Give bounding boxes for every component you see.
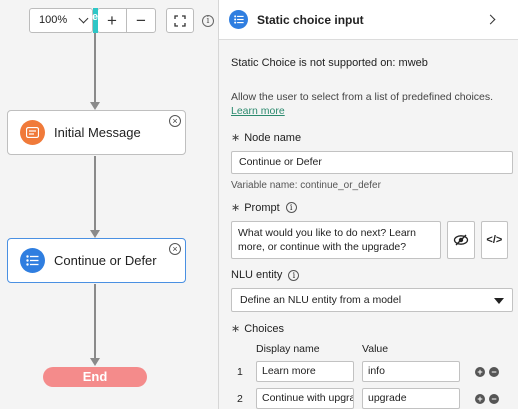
info-icon[interactable]: i	[202, 14, 214, 27]
panel-title: Static choice input	[257, 12, 364, 27]
list-icon	[229, 10, 248, 29]
info-icon[interactable]: i	[288, 269, 300, 281]
nlu-entity-label: NLU entity i	[231, 269, 508, 281]
choice-row: 1 Learn more info + −	[231, 361, 508, 382]
node-label: Initial Message	[54, 125, 141, 140]
node-name-input[interactable]: Continue or Defer	[231, 151, 513, 174]
fullscreen-icon	[174, 14, 186, 27]
required-asterisk: ∗	[231, 202, 241, 214]
col-value: Value	[362, 343, 389, 355]
node-name-label-text: Node name	[244, 131, 302, 144]
canvas-toolbar: 100% e + − i	[29, 8, 214, 33]
choice-row: 2 Continue with upgra upgrade + −	[231, 388, 508, 409]
node-label: Continue or Defer	[54, 253, 157, 268]
connector-arrowhead	[90, 230, 100, 238]
remove-choice-icon[interactable]: −	[489, 393, 499, 404]
choice-index: 2	[237, 392, 243, 405]
choices-label: ∗ Choices	[231, 322, 508, 336]
zoom-out-button[interactable]: −	[126, 8, 156, 33]
variable-name-hint: Variable name: continue_or_defer	[231, 180, 381, 191]
minus-icon: −	[136, 10, 146, 30]
start-tab-label: e	[92, 11, 99, 23]
add-choice-icon[interactable]: +	[475, 366, 485, 377]
prompt-input[interactable]: What would you like to do next? Learn mo…	[231, 221, 442, 259]
learn-more-link[interactable]: Learn more	[231, 105, 285, 117]
plus-icon: +	[107, 10, 117, 30]
zoom-select[interactable]: 100%	[29, 8, 93, 33]
connector-choice-to-end	[94, 284, 96, 358]
close-icon[interactable]: ×	[169, 243, 181, 255]
panel-body: Static Choice is not supported on: mweb …	[219, 57, 518, 409]
eye-slash-icon	[453, 234, 469, 246]
remove-choice-icon[interactable]: −	[489, 366, 499, 377]
panel-description: Allow the user to select from a list of …	[231, 90, 508, 118]
connector-arrowhead	[90, 102, 100, 110]
add-choice-icon[interactable]: +	[475, 393, 485, 404]
choice-index: 1	[237, 365, 243, 378]
start-tab[interactable]: e	[92, 8, 99, 33]
flow-canvas[interactable]: 100% e + − i Initial Message × Continue …	[0, 0, 218, 409]
code-icon: </>	[486, 234, 503, 246]
required-asterisk: ∗	[231, 323, 241, 335]
zoom-in-button[interactable]: +	[97, 8, 127, 33]
panel-header: Static choice input	[219, 0, 518, 40]
ai-assist-button[interactable]	[447, 221, 475, 259]
nlu-entity-select[interactable]: Define an NLU entity from a model	[231, 288, 513, 312]
description-text: Allow the user to select from a list of …	[231, 91, 494, 103]
caret-down-icon	[494, 298, 504, 304]
unsupported-warning: Static Choice is not supported on: mweb	[231, 57, 428, 69]
choice-display-input[interactable]: Continue with upgra	[256, 388, 354, 409]
node-continue-or-defer[interactable]: Continue or Defer ×	[7, 238, 186, 283]
choice-display-input[interactable]: Learn more	[256, 361, 354, 382]
message-icon	[20, 120, 45, 145]
prompt-label: ∗ Prompt i	[231, 201, 508, 214]
fit-view-button[interactable]	[166, 8, 194, 33]
node-name-label: ∗ Node name	[231, 131, 508, 145]
chevron-down-icon	[78, 13, 89, 24]
node-initial-message[interactable]: Initial Message ×	[7, 110, 186, 155]
required-asterisk: ∗	[231, 132, 241, 144]
choices-header: Display name Value	[231, 343, 508, 355]
properties-panel: Static choice input Static Choice is not…	[218, 0, 518, 409]
end-node[interactable]: End	[43, 367, 147, 387]
prompt-row: What would you like to do next? Learn mo…	[231, 221, 508, 259]
choices-label-text: Choices	[244, 322, 284, 335]
connector-start	[94, 22, 96, 102]
code-button[interactable]: </>	[480, 221, 508, 259]
info-icon[interactable]: i	[285, 202, 297, 213]
connector-initial-to-choice	[94, 156, 96, 230]
app-root: 100% e + − i Initial Message × Continue …	[0, 0, 518, 409]
list-icon	[20, 248, 45, 273]
nlu-entity-value: Define an NLU entity from a model	[240, 294, 402, 306]
prompt-label-text: Prompt	[244, 201, 280, 214]
col-display-name: Display name	[256, 343, 320, 355]
choice-value-input[interactable]: upgrade	[362, 388, 460, 409]
choice-value-input[interactable]: info	[362, 361, 460, 382]
chevron-right-icon[interactable]	[485, 14, 496, 25]
nlu-entity-label-text: NLU entity	[231, 269, 283, 281]
connector-arrowhead	[90, 358, 100, 366]
close-icon[interactable]: ×	[169, 115, 181, 127]
zoom-value: 100%	[39, 14, 68, 26]
